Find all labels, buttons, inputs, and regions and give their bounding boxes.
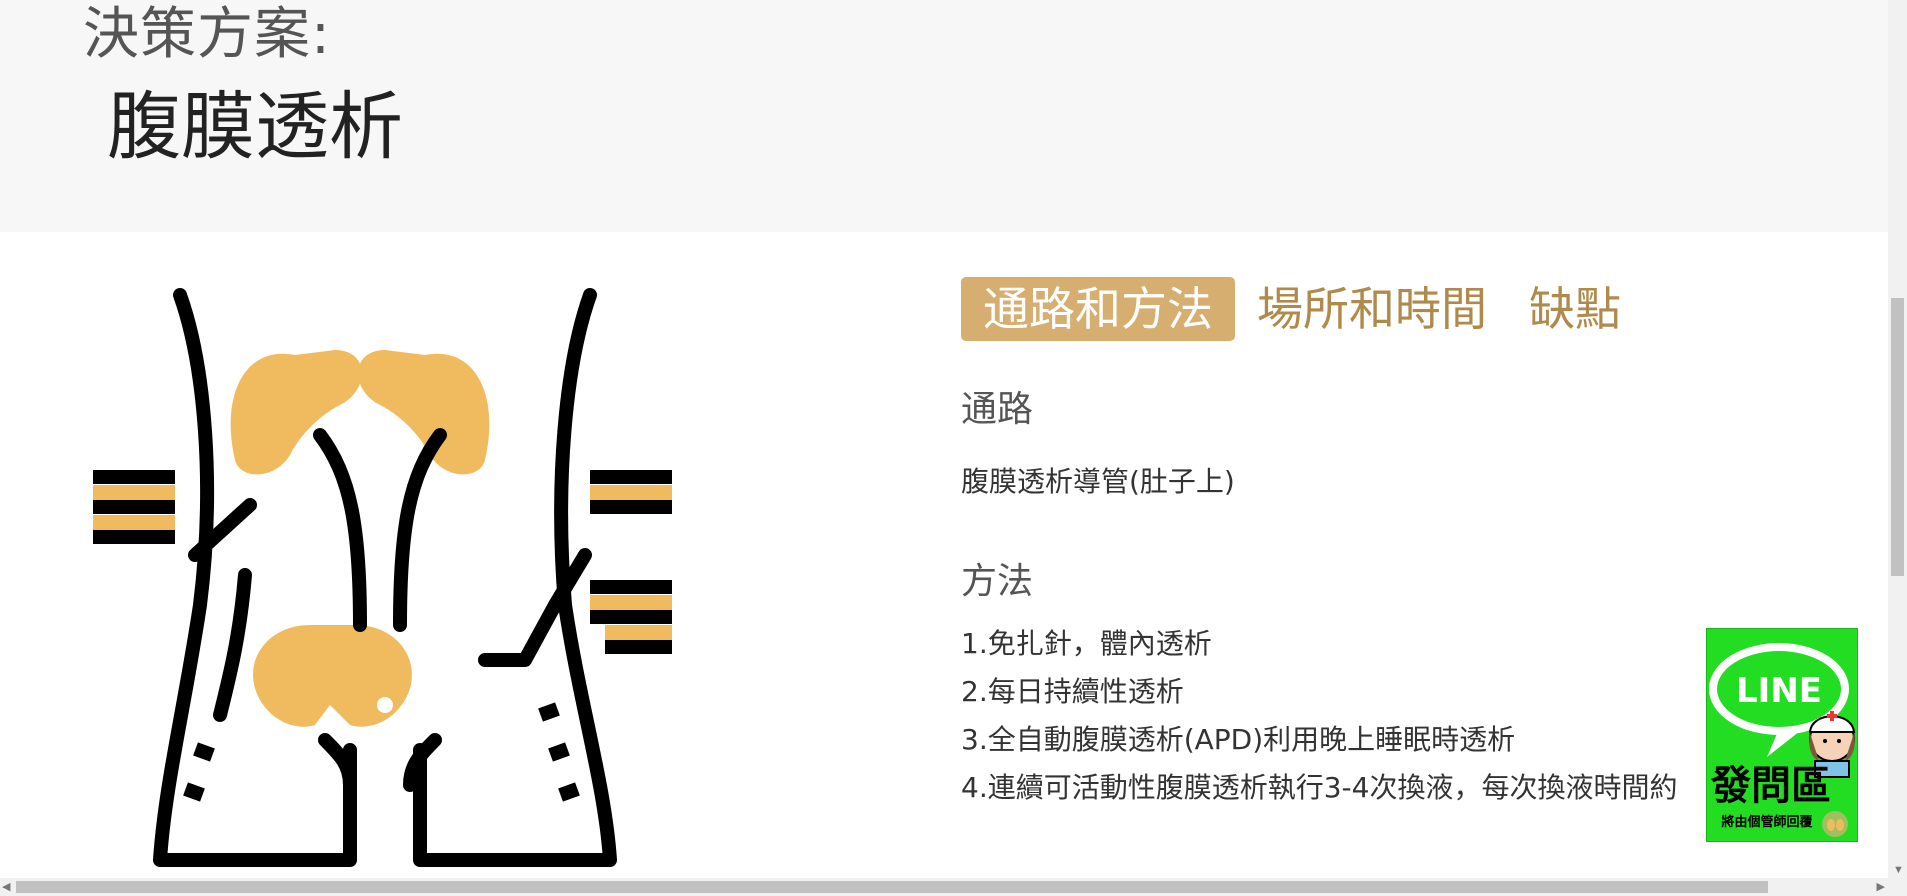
decision-label: 決策方案: (83, 2, 331, 67)
line-badge-title: 發問區 (1710, 763, 1831, 809)
scroll-left-icon[interactable]: ◀ (2, 880, 10, 893)
list-item: 1.免扎針，體內透析 (961, 627, 1212, 660)
list-item: 3.全自動腹膜透析(APD)利用晚上睡眠時透析 (961, 723, 1516, 756)
list-item: 4.連續可活動性腹膜透析執行3-4次換液，每次換液時間約 (961, 771, 1678, 804)
tab-disadvantages[interactable]: 缺點 (1529, 277, 1621, 341)
horizontal-scroll-thumb[interactable] (16, 881, 1768, 893)
line-badge-subtitle: 將由個管師回覆 (1721, 814, 1813, 830)
page-title: 腹膜透析 (107, 84, 403, 170)
line-logo-text: LINE (1736, 671, 1822, 711)
vertical-scrollbar[interactable]: ▼ (1888, 0, 1907, 878)
scroll-right-icon[interactable]: ▶ (1877, 880, 1885, 893)
list-item: 2.每日持續性透析 (961, 675, 1184, 708)
method-list: 1.免扎針，體內透析 2.每日持續性透析 3.全自動腹膜透析(APD)利用晚上睡… (961, 620, 1677, 812)
page-header: 決策方案: 腹膜透析 (0, 0, 1888, 232)
peritoneal-dialysis-body-icon (85, 285, 685, 870)
vertical-scroll-thumb[interactable] (1891, 298, 1904, 576)
method-heading: 方法 (961, 561, 1034, 602)
line-question-button[interactable]: LINE 發問區 將由個管師回覆 (1706, 628, 1858, 842)
route-heading: 通路 (961, 389, 1034, 430)
tab-place-and-time[interactable]: 場所和時間 (1257, 277, 1487, 341)
horizontal-scrollbar[interactable]: ◀ ▶ (0, 878, 1907, 896)
method-list-clip: 1.免扎針，體內透析 2.每日持續性透析 3.全自動腹膜透析(APD)利用晚上睡… (961, 620, 1721, 840)
route-text: 腹膜透析導管(肚子上) (961, 465, 1235, 498)
tab-route-and-method[interactable]: 通路和方法 (961, 277, 1235, 341)
scroll-down-icon[interactable]: ▼ (1893, 864, 1904, 876)
